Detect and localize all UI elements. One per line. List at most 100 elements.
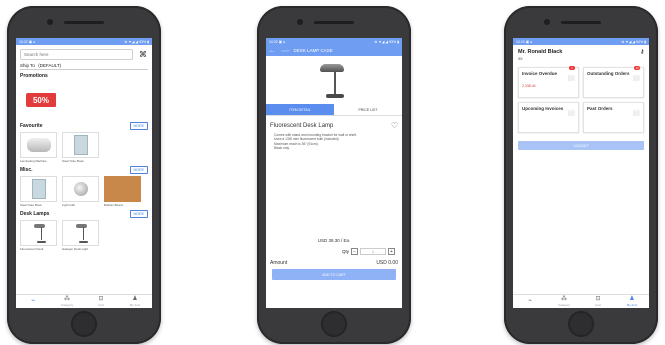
product-tile[interactable]: Steel Note Book (20, 176, 57, 207)
quantity-stepper: Qty − 1 + (342, 248, 396, 255)
favourite-list: Laminating Machine Steel Note Book (20, 132, 148, 163)
dashboard-cards: 1 ▤ Invoice Overdue 2,338.44 10 ▤ Outsta… (518, 66, 644, 133)
card-title: Outstanding Orders (587, 71, 630, 76)
product-caption: Bulletin Board (104, 203, 123, 207)
product-tile[interactable]: Halogen Desk Light (62, 220, 99, 251)
bottom-nav: ⌁ ⁂ Category ⊡ Cart ♟ My Acct (513, 294, 649, 308)
nav-account[interactable]: ♟ My Acct (620, 296, 644, 307)
desk-lamps-title: Desk Lamps (20, 211, 50, 217)
back-arrow-icon[interactable]: ← (269, 48, 275, 54)
nav-home[interactable]: ⌁ (518, 298, 542, 305)
qty-input[interactable]: 1 (360, 248, 387, 255)
document-icon: ▤ (632, 73, 640, 82)
product-tile[interactable]: Fluorescent Desk (20, 220, 57, 251)
card-outstanding-orders[interactable]: 10 ▤ Outstanding Orders (583, 66, 644, 98)
bottom-nav: ⌁ ⁂ Category ⊡ Cart ♟ My Acct (16, 294, 152, 308)
desk-lamps-list: Fluorescent Desk Halogen Desk Light (20, 220, 148, 251)
misc-more-button[interactable]: MORE (129, 166, 148, 174)
product-image (20, 176, 57, 202)
qty-label: Qty (342, 249, 350, 254)
phone-camera (47, 19, 53, 25)
logout-button[interactable]: LOGOUT (518, 141, 644, 150)
document-icon: ▤ (567, 73, 575, 82)
phone-product-detail: 10:22 ▣ ● ⊗ ▼◢ ◢ 93% ▮ ← ▭▭▭ DESK LAMP C… (257, 6, 411, 344)
document-icon: ▤ (567, 108, 575, 117)
cart-icon: ⊡ (595, 296, 601, 302)
brand-logo: ▭▭▭ (281, 48, 290, 53)
ship-to-label: Ship To (20, 63, 35, 68)
product-detail-screen: 10:22 ▣ ● ⊗ ▼◢ ◢ 93% ▮ ← ▭▭▭ DESK LAMP C… (266, 38, 402, 308)
nav-home[interactable]: ⌁ (21, 298, 45, 305)
key-icon[interactable]: ⚷ (640, 49, 644, 55)
lamp-image (74, 223, 88, 243)
category-icon: ⁂ (561, 296, 567, 302)
product-caption: Halogen Desk Light (62, 247, 89, 251)
promotions-title: Promotions (20, 73, 48, 79)
category-icon: ⁂ (64, 296, 70, 302)
app-bar: ← ▭▭▭ DESK LAMP CASE (266, 45, 402, 56)
home-logo-icon: ⌁ (31, 298, 35, 304)
qty-minus-button[interactable]: − (351, 248, 359, 255)
desk-lamps-header: Desk Lamps MORE (20, 210, 148, 218)
card-upcoming-invoices[interactable]: ▤ Upcoming Invoices (518, 102, 579, 133)
tab-price-list[interactable]: PRICE LIST (334, 104, 402, 116)
misc-header: Misc. MORE (20, 166, 148, 174)
product-title: Fluorescent Desk Lamp (270, 122, 334, 129)
nav-account[interactable]: ♟ My Acct (123, 296, 147, 307)
product-tile[interactable]: Light bulb (62, 176, 99, 207)
nav-cart[interactable]: ⊡ Cart (586, 296, 610, 307)
ship-to-value: (DEFAULT) (38, 63, 62, 68)
nav-cart[interactable]: ⊡ Cart (89, 296, 113, 307)
nav-category[interactable]: ⁂ Category (552, 296, 576, 307)
product-image (266, 56, 402, 104)
customer-header: Mr. Ronald Black ⚷ (518, 49, 644, 55)
qty-plus-button[interactable]: + (388, 248, 396, 255)
phone-speaker (561, 21, 601, 24)
amount-label: Amount (270, 260, 288, 266)
nav-label: Cart (595, 303, 601, 307)
document-icon: ▤ (632, 108, 640, 117)
desk-lamps-more-button[interactable]: MORE (129, 210, 148, 218)
status-time: 10:22 ▣ ● (19, 39, 36, 44)
product-tile[interactable]: Bulletin Board (104, 176, 141, 207)
status-indicators: ⊗ ▼◢ ◢ 93% ▮ (374, 39, 399, 44)
phone-speaker (64, 21, 104, 24)
card-invoice-overdue[interactable]: 1 ▤ Invoice Overdue 2,338.44 (518, 66, 579, 98)
nav-category[interactable]: ⁂ Category (55, 296, 79, 307)
nav-label: Category (60, 303, 74, 307)
product-features: Comes with stand and mounting bracket fo… (274, 133, 398, 151)
card-past-orders[interactable]: ▤ Past Orders (583, 102, 644, 133)
product-tile[interactable]: Laminating Machine (20, 132, 57, 163)
card-title: Past Orders (587, 106, 613, 111)
tab-item-detail[interactable]: ITEM DETAIL (266, 104, 334, 116)
scan-icon[interactable]: ⌘ (138, 50, 148, 60)
product-image (62, 132, 99, 158)
card-title: Invoice Overdue (522, 71, 558, 76)
ship-to[interactable]: Ship To (DEFAULT) (20, 63, 148, 70)
product-image (104, 176, 141, 202)
amount-value: USD 0.00 (376, 260, 398, 266)
desk-lamp-image (314, 60, 354, 100)
favourite-heart-icon[interactable]: ♡ (391, 121, 398, 130)
status-bar: 10:22 ▣ ● ⊗ ▼◢ ◢ 93% ▮ (266, 38, 402, 45)
product-tile[interactable]: Steel Note Book (62, 132, 99, 163)
promotions-header: Promotions (20, 73, 148, 79)
phone-account: 10:24 ▣ ● ⊗ ▼◢ ◢ 94% ▮ Mr. Ronald Black … (504, 6, 658, 344)
search-input[interactable] (20, 49, 133, 60)
favourite-title: Favourite (20, 123, 43, 129)
phone-speaker (314, 21, 354, 24)
page-title: DESK LAMP CASE (293, 48, 333, 53)
account-icon: ♟ (629, 296, 635, 302)
favourite-more-button[interactable]: MORE (129, 122, 148, 130)
unit-price: USD 38.30 / Ea. (317, 238, 351, 243)
add-to-cart-button[interactable]: ADD TO CART (272, 269, 396, 280)
notebook-image (73, 135, 88, 155)
status-indicators: ⊗ ▼◢ ◢ 93% ▮ (124, 39, 149, 44)
nav-label: Category (557, 303, 571, 307)
status-bar: 10:22 ▣ ● ⊗ ▼◢ ◢ 93% ▮ (16, 38, 152, 45)
cart-icon: ⊡ (98, 296, 104, 302)
detail-tabs: ITEM DETAIL PRICE LIST (266, 104, 402, 116)
promotion-banner[interactable]: 50% (20, 81, 148, 119)
product-image (20, 132, 57, 158)
lamp-image (32, 223, 46, 243)
